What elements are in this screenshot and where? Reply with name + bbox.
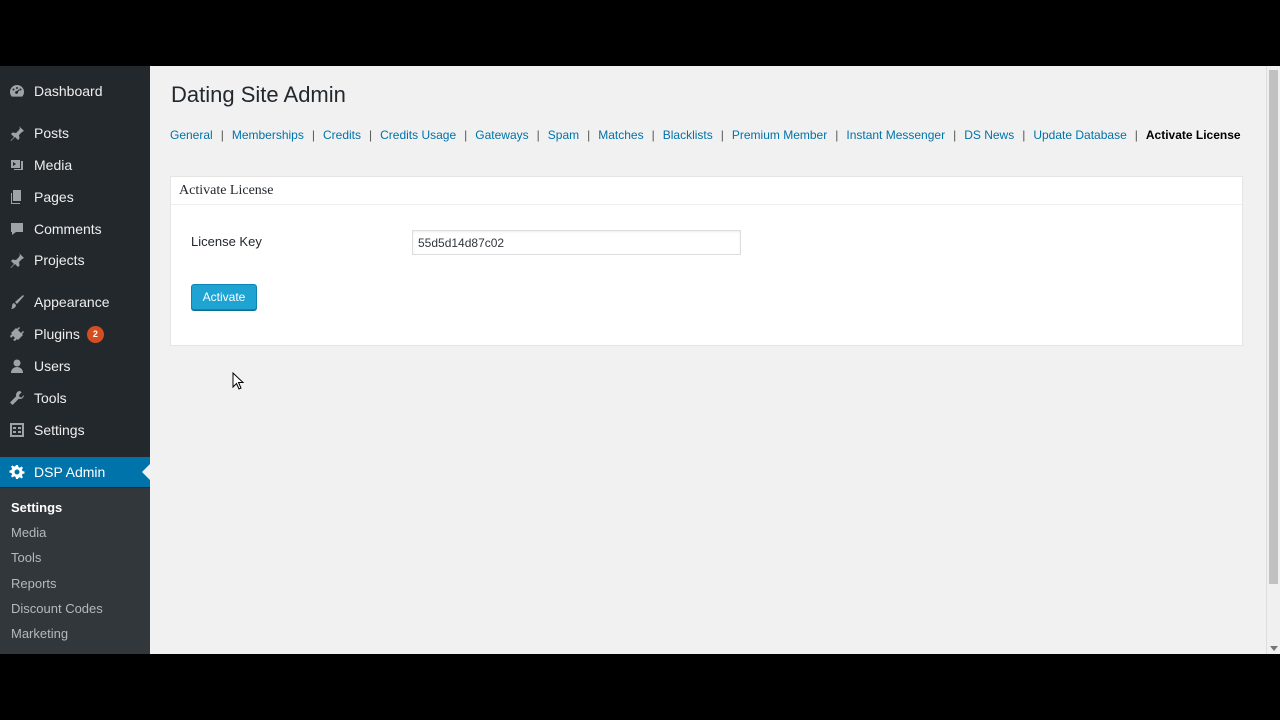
page-title: Dating Site Admin [171,82,346,107]
tab-separator: | [369,128,373,142]
license-key-label: License Key [191,234,262,249]
tab-separator: | [587,128,591,142]
scroll-down-arrow-icon[interactable] [1270,646,1278,651]
tab-activate-license[interactable]: Activate License [1146,128,1241,142]
sidebar-item-users[interactable]: Users [0,351,150,381]
sidebar-item-label: Projects [34,252,85,268]
tab-separator: | [311,128,315,142]
media-icon [8,156,26,174]
tab-separator: | [953,128,957,142]
sidebar-item-pages[interactable]: Pages [0,182,150,212]
pin-icon [8,251,26,269]
submenu-item-settings[interactable]: Settings [11,500,62,515]
pages-icon [8,188,26,206]
mouse-cursor-icon [232,372,245,390]
tab-separator: | [835,128,839,142]
submenu-item-discount-codes[interactable]: Discount Codes [11,601,103,616]
tab-spam[interactable]: Spam [548,128,579,142]
license-key-input[interactable] [412,230,741,255]
panel-header: Activate License [171,177,1242,205]
dashboard-icon [8,82,26,100]
tab-credits-usage[interactable]: Credits Usage [380,128,456,142]
sidebar-item-label: Plugins [34,326,80,342]
sidebar-item-projects[interactable]: Projects [0,245,150,275]
tab-separator: | [1134,128,1138,142]
sidebar-item-dsp-admin[interactable]: DSP Admin [0,457,150,487]
submenu-item-media[interactable]: Media [11,525,46,540]
sidebar-item-plugins[interactable]: Plugins 2 [0,319,150,349]
sidebar-item-media[interactable]: Media [0,150,150,180]
tab-matches[interactable]: Matches [598,128,643,142]
sidebar-item-tools[interactable]: Tools [0,383,150,413]
sidebar-item-label: DSP Admin [34,464,106,480]
sidebar-item-label: Comments [34,221,102,237]
sidebar-item-label: Tools [34,390,67,406]
submenu-item-marketing[interactable]: Marketing [11,626,68,641]
activate-license-panel: Activate License License Key Activate [170,176,1243,346]
gear-icon [8,463,26,481]
tab-blacklists[interactable]: Blacklists [663,128,713,142]
settings-tabs: General | Memberships | Credits | Credits Usag… [170,128,1241,142]
sidebar-item-label: Media [34,157,73,173]
submenu-item-reports[interactable]: Reports [11,576,57,591]
sidebar-item-label: Settings [34,422,85,438]
tab-separator: | [536,128,540,142]
tab-separator: | [1022,128,1026,142]
comment-icon [8,220,26,238]
wrench-icon [8,389,26,407]
sidebar-item-label: Users [34,358,71,374]
page-scrollbar[interactable] [1266,66,1280,654]
tab-separator: | [720,128,724,142]
scrollbar-thumb[interactable] [1269,70,1278,584]
tab-update-database[interactable]: Update Database [1033,128,1126,142]
wp-admin-window: Dashboard Posts Media Pages Comments Pro… [0,66,1280,654]
settings-icon [8,421,26,439]
tab-ds-news[interactable]: DS News [964,128,1014,142]
sidebar-item-label: Pages [34,189,74,205]
tab-separator: | [220,128,224,142]
sidebar-item-comments[interactable]: Comments [0,214,150,244]
submenu-item-tools[interactable]: Tools [11,550,41,565]
sidebar-item-dashboard[interactable]: Dashboard [0,76,150,106]
plugin-icon [8,325,26,343]
sidebar-item-posts[interactable]: Posts [0,118,150,148]
active-menu-arrow [142,464,150,480]
tab-separator: | [464,128,468,142]
tab-instant-messenger[interactable]: Instant Messenger [846,128,945,142]
main-content: Dating Site Admin General | Memberships | Cr… [150,66,1266,654]
tab-premium-member[interactable]: Premium Member [732,128,827,142]
tab-gateways[interactable]: Gateways [475,128,528,142]
sidebar-item-appearance[interactable]: Appearance [0,287,150,317]
tab-credits[interactable]: Credits [323,128,361,142]
user-icon [8,357,26,375]
dsp-admin-submenu: Settings Media Tools Reports Discount Co… [0,488,150,654]
tab-general[interactable]: General [170,128,213,142]
sidebar-item-label: Appearance [34,294,110,310]
tab-separator: | [651,128,655,142]
sidebar-item-label: Dashboard [34,83,103,99]
plugins-update-badge: 2 [86,325,104,343]
sidebar-item-label: Posts [34,125,70,141]
tab-memberships[interactable]: Memberships [232,128,304,142]
admin-sidebar: Dashboard Posts Media Pages Comments Pro… [0,66,150,654]
sidebar-item-settings[interactable]: Settings [0,415,150,445]
pin-icon [8,124,26,142]
activate-button[interactable]: Activate [191,284,257,310]
brush-icon [8,293,26,311]
